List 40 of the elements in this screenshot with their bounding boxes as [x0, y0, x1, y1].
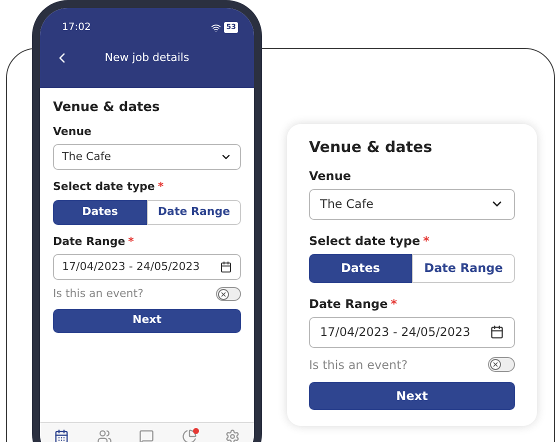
calendar-icon — [54, 429, 69, 442]
screen-title: New job details — [104, 50, 190, 66]
date-range-field[interactable]: 17/04/2023 - 24/05/2023 — [309, 316, 515, 348]
required-mark: * — [390, 296, 398, 312]
event-label: Is this an event? — [53, 286, 144, 302]
date-range-label: Date Range — [309, 296, 388, 312]
cross-icon — [220, 290, 227, 298]
date-range-field[interactable]: 17/04/2023 - 24/05/2023 — [53, 254, 241, 280]
nav-tab[interactable] — [54, 429, 69, 442]
required-mark: * — [128, 234, 134, 250]
segment-tab[interactable]: Date Range — [147, 200, 241, 224]
cross-icon — [492, 361, 499, 368]
settings-icon — [225, 429, 240, 442]
next-button[interactable]: Next — [53, 308, 241, 332]
section-title: Venue & dates — [309, 137, 434, 158]
date-type-label: Select date type — [53, 179, 155, 195]
segment-tab[interactable]: Date Range — [412, 254, 515, 282]
required-mark: * — [423, 232, 430, 250]
venue-label: Venue — [53, 124, 92, 140]
nav-tab[interactable] — [182, 429, 198, 442]
date-type-label: Select date type — [309, 232, 420, 250]
people-icon — [96, 429, 112, 442]
event-toggle[interactable] — [216, 287, 241, 302]
wifi-icon — [211, 22, 222, 32]
segment-tab[interactable]: Dates — [53, 200, 147, 224]
chat-icon — [139, 429, 154, 442]
section-title: Venue & dates — [53, 99, 161, 117]
pie-chart-icon — [182, 429, 198, 442]
date-range-label: Date Range — [53, 234, 126, 250]
status-time: 17:02 — [62, 21, 91, 35]
calendar-icon — [220, 261, 232, 273]
event-label: Is this an event? — [309, 356, 408, 374]
venue-dropdown[interactable]: The Cafe — [309, 188, 515, 220]
next-button[interactable]: Next — [309, 382, 515, 410]
venue-dropdown[interactable]: The Cafe — [53, 144, 241, 170]
venue-label: Venue — [309, 168, 352, 184]
segment-tab[interactable]: Dates — [309, 254, 412, 282]
calendar-icon — [490, 325, 504, 339]
event-toggle[interactable] — [488, 357, 515, 372]
required-mark: * — [158, 179, 164, 195]
